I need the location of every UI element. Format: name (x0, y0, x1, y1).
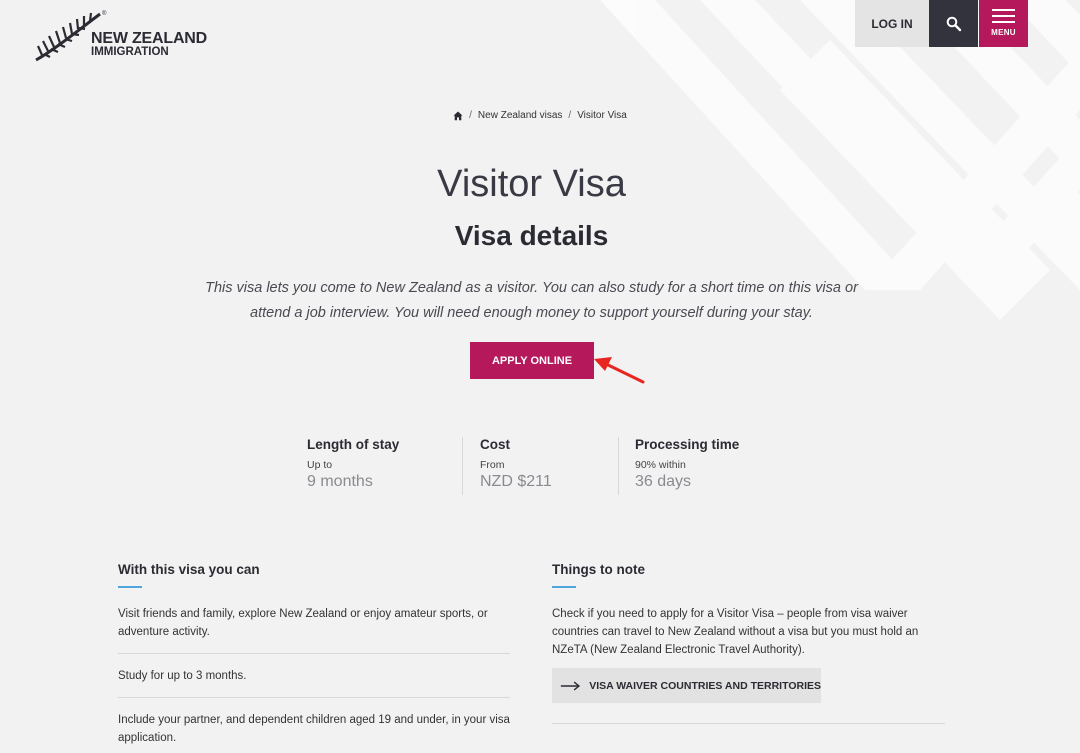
stat-label: Cost (480, 437, 510, 452)
stat-length-of-stay: Length of stay Up to 9 months (307, 437, 399, 491)
notes-text: Check if you need to apply for a Visitor… (552, 608, 919, 656)
list-item: Study for up to 3 months. (118, 670, 247, 682)
breadcrumb-current: Visitor Visa (577, 110, 627, 121)
apply-online-button[interactable]: APPLY ONLINE (470, 342, 594, 379)
divider (118, 653, 510, 654)
stat-value: 36 days (635, 473, 692, 490)
menu-button[interactable]: MENU (979, 0, 1028, 47)
page-title: Visitor Visa (437, 163, 626, 205)
stat-label: Length of stay (307, 437, 400, 452)
section-title: Visa details (454, 220, 609, 251)
stat-sub: Up to (307, 459, 333, 471)
stat-divider (462, 437, 463, 495)
registered-mark: ® (102, 11, 107, 17)
notes-title: Things to note (552, 562, 645, 577)
breadcrumb-separator: / (469, 110, 472, 121)
nz-immigration-logo[interactable]: ® NEW ZEALAND IMMIGRATION (34, 10, 214, 62)
stat-cost: Cost From NZD $211 (480, 437, 552, 491)
stat-label: Processing time (635, 437, 740, 452)
divider (118, 697, 510, 698)
annotation-arrow-icon (594, 357, 645, 384)
search-button[interactable] (929, 0, 978, 47)
login-button[interactable]: LOG IN (855, 0, 929, 47)
arrow-right-icon (560, 680, 581, 691)
breadcrumb: / New Zealand visas / Visitor Visa (0, 110, 1080, 121)
title-underline (118, 586, 142, 588)
breadcrumb-separator: / (568, 110, 572, 121)
stat-value: NZD $211 (480, 473, 552, 490)
stat-sub: From (480, 459, 505, 471)
list-item: Include your partner, and dependent chil… (118, 714, 510, 744)
logo-text-line2: IMMIGRATION (91, 46, 169, 58)
divider (552, 723, 945, 724)
stat-divider (618, 437, 619, 495)
list-item: Visit friends and family, explore New Ze… (118, 608, 488, 638)
home-icon[interactable] (453, 111, 463, 121)
menu-label: MENU (991, 28, 1016, 37)
stat-sub: 90% within (635, 459, 686, 471)
visa-waiver-label: VISA WAIVER COUNTRIES AND TERRITORIES (589, 679, 821, 692)
stat-value: 9 months (307, 473, 373, 490)
breadcrumb-nz-visas[interactable]: New Zealand visas (478, 110, 562, 121)
search-icon (946, 16, 961, 31)
stat-processing-time: Processing time 90% within 36 days (635, 437, 739, 491)
title-underline (552, 586, 576, 588)
can-title: With this visa you can (118, 562, 260, 577)
visa-waiver-button[interactable]: VISA WAIVER COUNTRIES AND TERRITORIES (552, 668, 821, 703)
intro-text: This visa lets you come to New Zealand a… (205, 280, 858, 321)
